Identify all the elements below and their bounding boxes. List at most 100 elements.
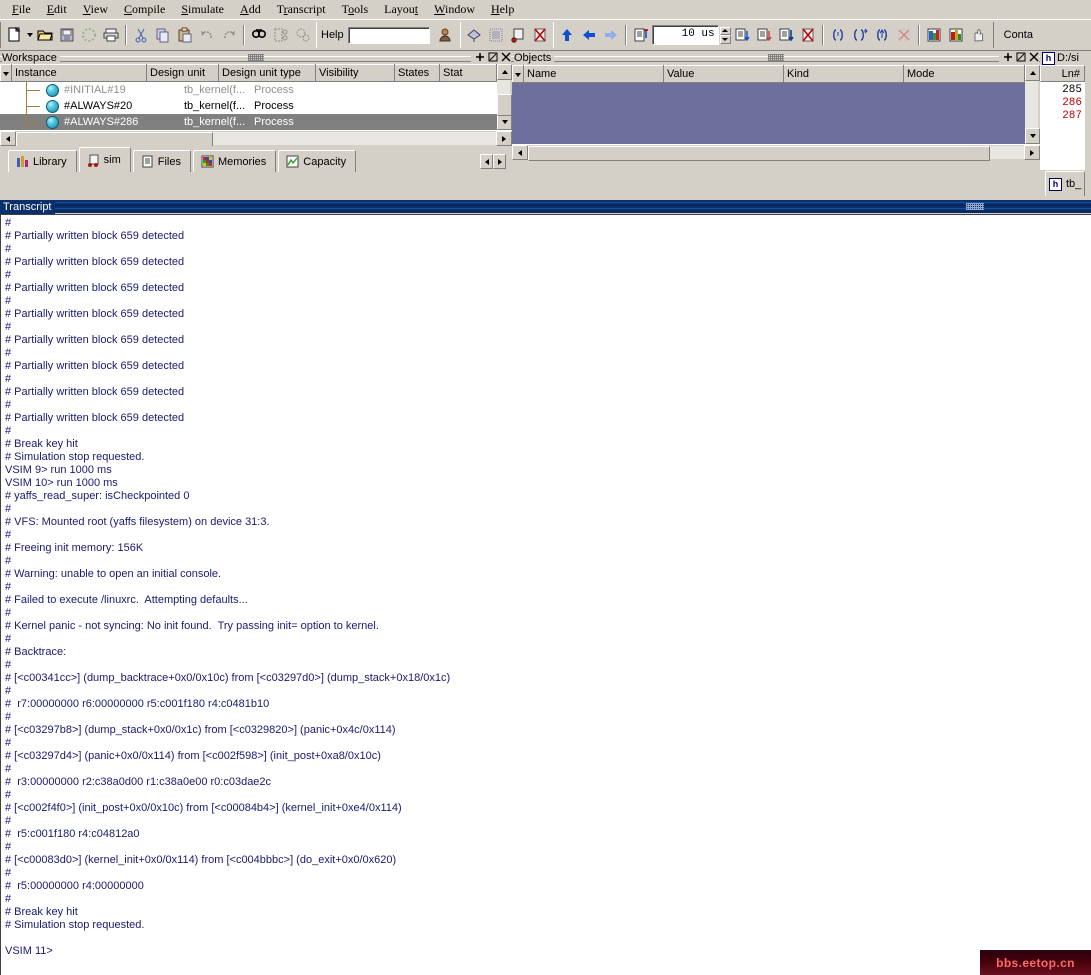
menu-item-add[interactable]: Add [232, 1, 269, 18]
menu-item-file[interactable]: FFileile [4, 1, 39, 18]
objects-horizontal-scrollbar[interactable] [512, 144, 1040, 161]
transcript-drag-grip[interactable] [965, 203, 984, 210]
undock-icon[interactable] [1015, 51, 1026, 62]
column-header-stat[interactable]: Stat [439, 64, 497, 82]
scroll-down-button[interactable] [1025, 128, 1040, 144]
paste-icon[interactable] [174, 24, 196, 46]
scroll-thumb[interactable] [528, 146, 990, 161]
workspace-horizontal-scrollbar[interactable] [0, 130, 512, 147]
table-row[interactable]: #INITIAL#19 tb_kernel(f... Process [0, 82, 497, 98]
undock-icon[interactable] [487, 51, 498, 62]
compile-icon[interactable] [463, 24, 485, 46]
dock-icon[interactable] [1002, 51, 1013, 62]
objects-filter-icon[interactable] [512, 65, 524, 83]
spinner-up-button[interactable] [719, 26, 731, 35]
menu-item-edit[interactable]: Edit [39, 1, 75, 18]
scroll-thumb[interactable] [16, 132, 213, 147]
step-over-icon[interactable] [849, 24, 871, 46]
tab-scroll-left-button[interactable] [480, 154, 493, 169]
menu-item-compile[interactable]: Compile [116, 1, 173, 18]
menu-item-view[interactable]: View [75, 1, 116, 18]
tab-library[interactable]: Library [8, 150, 77, 172]
scroll-track[interactable] [1025, 81, 1038, 128]
workspace-drag-grip[interactable] [248, 54, 264, 61]
dock-icon[interactable] [474, 51, 485, 62]
column-header-name[interactable]: Name [523, 65, 664, 83]
scroll-right-button[interactable] [1024, 145, 1040, 160]
tab-memories[interactable]: Memories [192, 150, 277, 172]
help-person-icon[interactable] [434, 24, 456, 46]
scroll-left-button[interactable] [512, 145, 528, 160]
workspace-vertical-scrollbar[interactable] [497, 64, 512, 130]
menu-item-tools[interactable]: Tools [334, 1, 377, 18]
undo-icon[interactable] [196, 24, 218, 46]
scroll-right-button[interactable] [496, 131, 512, 146]
tab-source-file[interactable]: h tb_ [1045, 171, 1086, 196]
stop-icon[interactable] [893, 24, 915, 46]
cut-icon[interactable] [130, 24, 152, 46]
column-header-kind[interactable]: Kind [783, 65, 904, 83]
table-row[interactable]: #ALWAYS#286 tb_kernel(f... Process [0, 114, 497, 130]
workspace-filter-icon[interactable] [0, 64, 12, 82]
column-header-states[interactable]: States [394, 64, 440, 82]
column-header-value[interactable]: Value [663, 65, 784, 83]
save-icon[interactable] [56, 24, 78, 46]
column-header-design-unit-type[interactable]: Design unit type [218, 64, 316, 82]
column-header-instance[interactable]: Instance [11, 64, 147, 82]
memory-icon[interactable] [945, 24, 967, 46]
tab-sim[interactable]: sim [78, 147, 131, 172]
scroll-track[interactable] [528, 146, 1024, 161]
scroll-track[interactable] [497, 80, 512, 116]
objects-list[interactable] [512, 83, 1025, 144]
workspace-tree[interactable]: #INITIAL#19 tb_kernel(f... Process #ALWA… [0, 82, 497, 130]
menu-item-window[interactable]: Window [426, 1, 483, 18]
open-folder-icon[interactable] [34, 24, 56, 46]
run-icon[interactable] [731, 24, 753, 46]
restart-icon[interactable] [630, 24, 652, 46]
simulate-icon[interactable] [507, 24, 529, 46]
break-icon[interactable] [529, 24, 551, 46]
menu-item-layout[interactable]: Layout [376, 1, 426, 18]
break-stop-icon[interactable] [797, 24, 819, 46]
source-line-numbers[interactable]: 285 286 287 [1040, 82, 1085, 170]
scroll-up-button[interactable] [1025, 65, 1040, 81]
find-in-files-icon[interactable] [292, 24, 314, 46]
run-length-input[interactable]: 10 us [651, 25, 719, 45]
scroll-track[interactable] [16, 132, 496, 147]
new-document-dropdown-icon[interactable] [25, 24, 34, 46]
find-icon[interactable] [248, 24, 270, 46]
scroll-thumb[interactable] [497, 94, 512, 116]
tab-scroll-right-button[interactable] [493, 154, 506, 169]
objects-drag-grip[interactable] [768, 54, 784, 61]
redo-icon[interactable] [218, 24, 240, 46]
table-row[interactable]: #ALWAYS#20 tb_kernel(f... Process [0, 98, 497, 114]
continue-run-icon[interactable] [753, 24, 775, 46]
objects-vertical-scrollbar[interactable] [1025, 65, 1040, 144]
menu-item-simulate[interactable]: Simulate [173, 1, 232, 18]
tab-files[interactable]: Files [132, 150, 191, 172]
column-header-line-number[interactable]: Ln# [1040, 65, 1085, 82]
new-document-icon[interactable] [3, 24, 25, 46]
transcript-output[interactable]: # # Partially written block 659 detected #… [0, 214, 1091, 975]
menu-item-help[interactable]: Help [483, 1, 522, 18]
tab-capacity[interactable]: Capacity [278, 150, 357, 172]
spinner-down-button[interactable] [719, 35, 731, 44]
step-icon[interactable] [827, 24, 849, 46]
profile-icon[interactable] [923, 24, 945, 46]
step-up-icon[interactable] [556, 24, 578, 46]
reload-icon[interactable] [78, 24, 100, 46]
find-next-icon[interactable] [270, 24, 292, 46]
hand-icon[interactable] [967, 24, 989, 46]
step-out-icon[interactable] [871, 24, 893, 46]
column-header-design-unit[interactable]: Design unit [146, 64, 219, 82]
copy-icon[interactable] [152, 24, 174, 46]
help-input[interactable] [347, 26, 430, 44]
column-header-visibility[interactable]: Visibility [315, 64, 395, 82]
run-length-spinner[interactable] [719, 26, 731, 44]
close-icon[interactable] [1028, 51, 1039, 62]
scroll-down-button[interactable] [497, 114, 512, 130]
column-header-mode[interactable]: Mode [903, 65, 1025, 83]
print-icon[interactable] [100, 24, 122, 46]
scroll-up-button[interactable] [497, 64, 512, 80]
run-all-icon[interactable] [775, 24, 797, 46]
